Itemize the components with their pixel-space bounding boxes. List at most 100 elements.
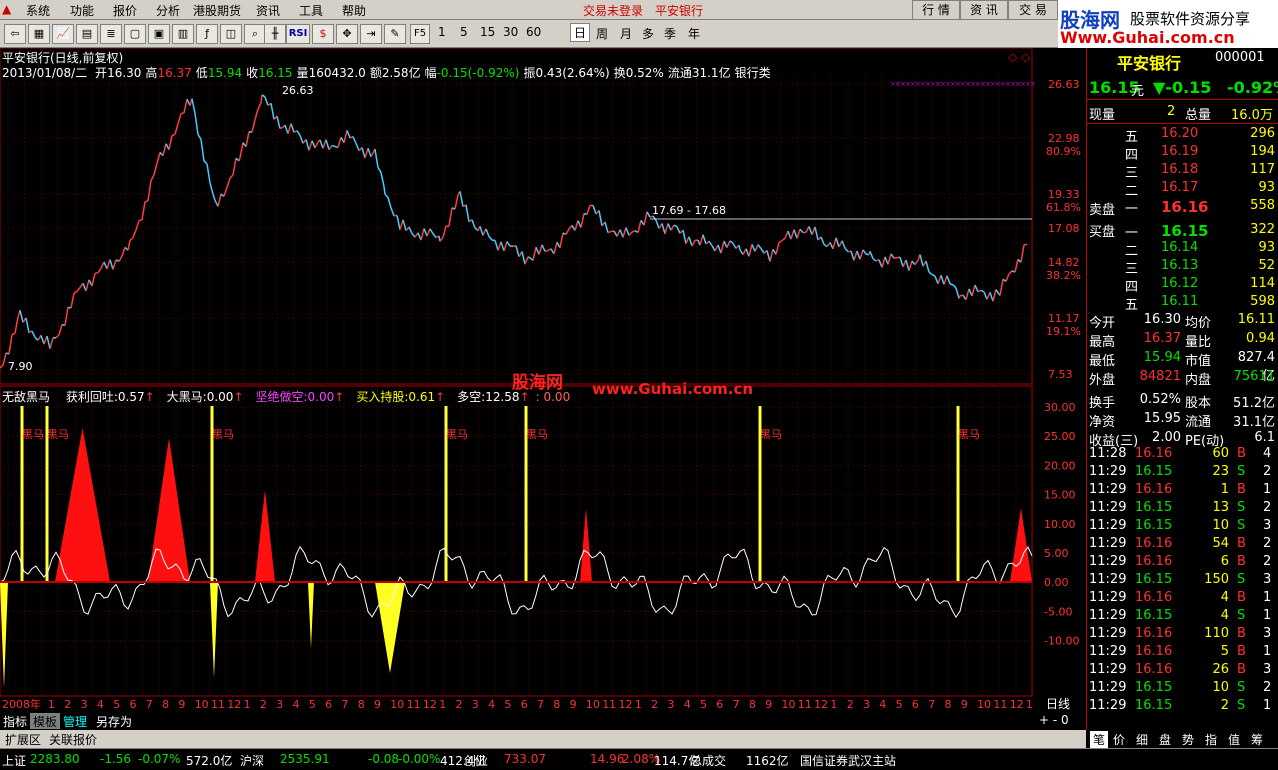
quote-unit: 元 <box>1131 84 1145 99</box>
tick-row[interactable]: 11:29 16.15 23 S 2 <box>1087 464 1278 482</box>
ask-row[interactable]: 三 16.18 117 <box>1087 162 1278 181</box>
menu-item-help[interactable]: 帮助 <box>342 2 366 19</box>
price-candle <box>147 180 152 201</box>
ask-row[interactable]: 一 16.16 558 <box>1087 198 1278 217</box>
price-candle <box>661 223 666 235</box>
index-name[interactable]: 创业 <box>464 752 488 769</box>
timeline-month: 9 <box>374 698 381 711</box>
bid-row[interactable]: 三 16.13 52 <box>1087 258 1278 277</box>
quote-tab[interactable]: 价 <box>1113 731 1125 748</box>
quote-tab[interactable]: 笔 <box>1090 731 1109 748</box>
tool-kline-icon[interactable]: ╫ <box>264 24 286 44</box>
period-month[interactable]: 月 <box>620 25 632 42</box>
login-status[interactable]: 交易未登录 <box>583 2 643 19</box>
tick-row[interactable]: 11:29 16.16 110 B 3 <box>1087 626 1278 644</box>
app-icon[interactable]: ▲ <box>2 2 11 16</box>
ask-volume: 558 <box>1250 198 1275 213</box>
menu-item-function[interactable]: 功能 <box>70 2 94 19</box>
tool-dollar-icon[interactable]: $ <box>312 24 334 44</box>
menu-item-analysis[interactable]: 分析 <box>156 2 180 19</box>
tab-extension[interactable]: 扩展区 <box>2 731 44 747</box>
tab-related-quote[interactable]: 关联报价 <box>46 731 100 747</box>
tool-table-icon[interactable]: ▤ <box>76 24 98 44</box>
chart-marker-icon[interactable]: ◇ ◇ <box>1008 50 1030 64</box>
tab-manage[interactable]: 管理 <box>60 713 90 729</box>
period-multi[interactable]: 多 <box>642 25 654 42</box>
quote-tab[interactable]: 筹 <box>1251 731 1263 748</box>
tool-grid-icon[interactable]: ▦ <box>28 24 50 44</box>
index-name[interactable]: 沪深 <box>240 752 264 769</box>
market-button[interactable]: 行 情 <box>912 0 960 20</box>
period-year[interactable]: 年 <box>688 25 700 42</box>
bid-row[interactable]: 四 16.12 114 <box>1087 276 1278 295</box>
tick-row[interactable]: 11:29 16.16 6 B 2 <box>1087 554 1278 572</box>
quote-tab[interactable]: 值 <box>1228 731 1240 748</box>
tool-move-icon[interactable]: ✥ <box>336 24 358 44</box>
period-day[interactable]: 日 <box>570 23 591 42</box>
indicator-name[interactable]: 无敌黑马 <box>2 390 50 404</box>
zoom-buttons[interactable]: + - 0 <box>1036 713 1072 729</box>
tool-page-icon[interactable]: ▥ <box>172 24 194 44</box>
tick-row[interactable]: 11:29 16.15 13 S 2 <box>1087 500 1278 518</box>
tool-chart-icon[interactable]: 📈 <box>52 24 74 44</box>
tick-row[interactable]: 11:29 16.15 2 S 1 <box>1087 698 1278 716</box>
up-arrow-icon: ↑ <box>519 390 530 404</box>
price-candle <box>971 284 976 297</box>
tick-row[interactable]: 11:29 16.16 4 B 1 <box>1087 590 1278 608</box>
tool-exit-icon[interactable]: ⇥ <box>360 24 382 44</box>
info-value: 0.94 <box>1246 331 1275 346</box>
bid-row[interactable]: 五 16.11 598 <box>1087 294 1278 313</box>
tool-formula-icon[interactable]: ƒ <box>196 24 218 44</box>
menu-item-system[interactable]: 系统 <box>26 2 50 19</box>
tick-row[interactable]: 11:28 16.16 60 B 4 <box>1087 446 1278 464</box>
trade-button[interactable]: 交 易 <box>1008 0 1058 20</box>
tick-row[interactable]: 11:29 16.16 54 B 2 <box>1087 536 1278 554</box>
server-name[interactable]: 国信证券武汉主站 <box>800 752 896 769</box>
index-name[interactable]: 上证 <box>2 752 26 769</box>
tab-indicator[interactable]: 指标 <box>0 713 30 729</box>
tool-doc-icon[interactable]: ▢ <box>124 24 146 44</box>
menu-item-news[interactable]: 资讯 <box>256 2 280 19</box>
tool-folder-icon[interactable]: ▣ <box>148 24 170 44</box>
ask-row[interactable]: 二 16.17 93 <box>1087 180 1278 199</box>
tick-row[interactable]: 11:29 16.15 10 S 3 <box>1087 518 1278 536</box>
tick-row[interactable]: 11:29 16.16 26 B 3 <box>1087 662 1278 680</box>
tick-side: B <box>1237 536 1246 551</box>
price-candle <box>980 289 985 293</box>
quote-tab[interactable]: 盘 <box>1159 731 1171 748</box>
bid-row[interactable]: 二 16.14 93 <box>1087 240 1278 259</box>
period-1min[interactable]: 1 <box>438 25 446 39</box>
quote-tab[interactable]: 细 <box>1136 731 1148 748</box>
period-quarter[interactable]: 季 <box>664 25 676 42</box>
period-15min[interactable]: 15 <box>480 25 495 39</box>
rsi-button[interactable]: RSI <box>286 24 310 44</box>
chart-area[interactable]: 26.63 22.98 80.9% 19.33 61.8% 17.08 14.82 38.2%… <box>0 47 1086 712</box>
period-30min[interactable]: 30 <box>503 25 518 39</box>
tick-row[interactable]: 11:29 16.15 4 S 1 <box>1087 608 1278 626</box>
tick-row[interactable]: 11:29 16.16 5 B 1 <box>1087 644 1278 662</box>
ask-row[interactable]: 四 16.19 194 <box>1087 144 1278 163</box>
period-60min[interactable]: 60 <box>526 25 541 39</box>
period-week[interactable]: 周 <box>596 25 608 42</box>
period-5min[interactable]: 5 <box>460 25 468 39</box>
tick-row[interactable]: 11:29 16.15 10 S 2 <box>1087 680 1278 698</box>
tick-row[interactable]: 11:29 16.16 1 B 1 <box>1087 482 1278 500</box>
tab-save-as[interactable]: 另存为 <box>93 713 135 729</box>
menu-item-tools[interactable]: 工具 <box>299 2 323 19</box>
f5-button[interactable]: F5 <box>410 24 430 44</box>
tool-search-icon[interactable]: ⌕ <box>244 24 266 44</box>
tab-template[interactable]: 模板 <box>30 713 61 729</box>
menu-item-hk-futures[interactable]: 港股期货 <box>193 2 241 19</box>
tick-time: 11:29 <box>1089 536 1127 551</box>
tool-list-icon[interactable]: ≣ <box>100 24 122 44</box>
menu-item-quote[interactable]: 报价 <box>113 2 137 19</box>
tool-pen-icon[interactable]: ✎ <box>384 24 406 44</box>
quote-tab[interactable]: 指 <box>1205 731 1217 748</box>
tool-back-icon[interactable]: ⇦ <box>4 24 26 44</box>
ask-row[interactable]: 五 16.20 296 <box>1087 126 1278 145</box>
news-button[interactable]: 资 讯 <box>960 0 1008 20</box>
tick-row[interactable]: 11:29 16.15 150 S 3 <box>1087 572 1278 590</box>
tool-window-icon[interactable]: ◫ <box>220 24 242 44</box>
quote-tab[interactable]: 势 <box>1182 731 1194 748</box>
bid-row[interactable]: 一 16.15 322 <box>1087 222 1278 241</box>
